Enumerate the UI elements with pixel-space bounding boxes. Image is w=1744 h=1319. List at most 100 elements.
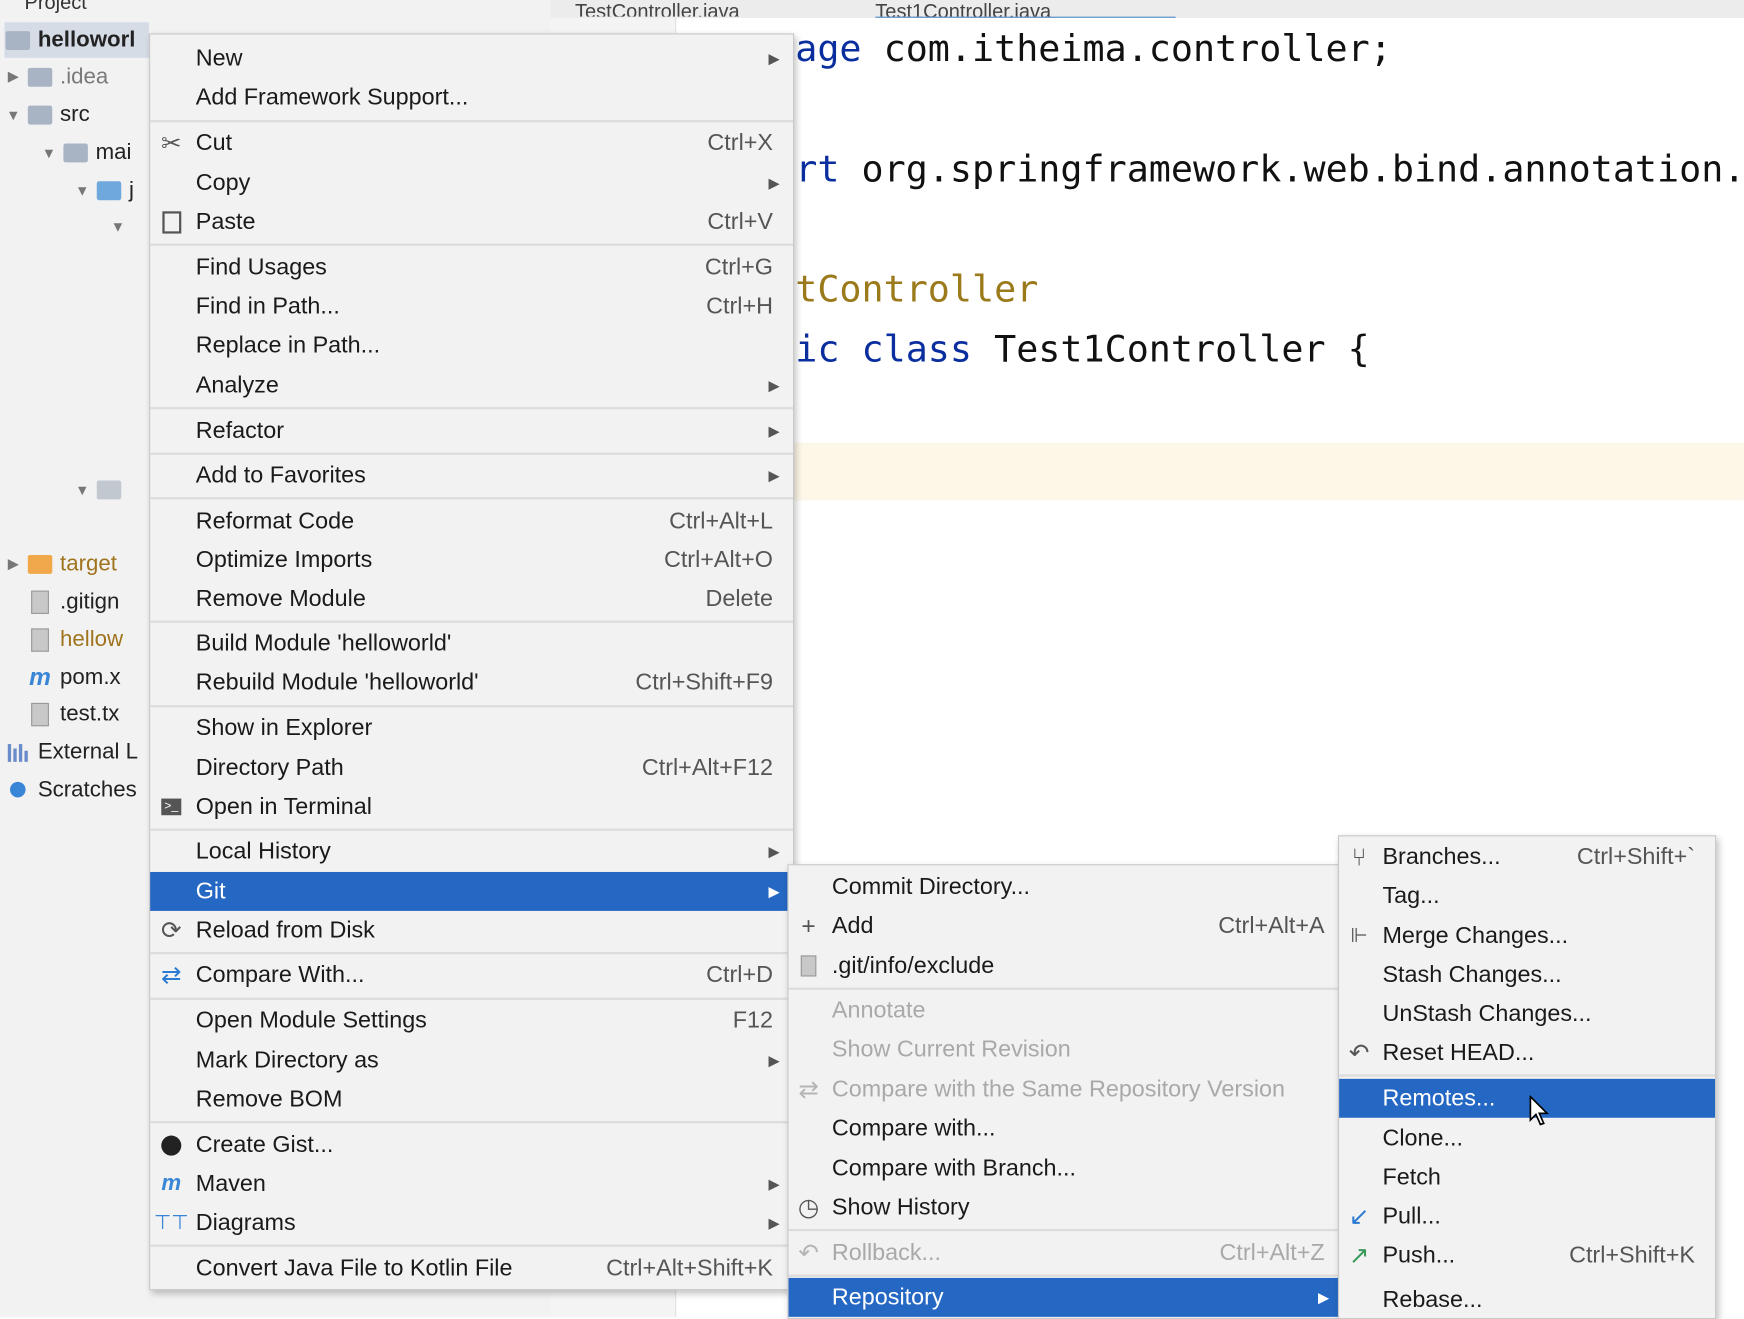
- menu-item-remotes[interactable]: Remotes...: [1339, 1078, 1716, 1118]
- tool-window-title[interactable]: Project: [24, 0, 86, 14]
- tree-node-gitignore[interactable]: .gitign: [27, 584, 119, 620]
- menu-item-local-history[interactable]: Local History ▶: [150, 832, 793, 871]
- current-line-highlight: [675, 442, 1744, 501]
- menu-separator: [1339, 1074, 1716, 1077]
- menu-item-remove-module[interactable]: Remove Module Delete: [150, 579, 793, 618]
- menu-item-remove-bom[interactable]: Remove BOM: [150, 1080, 793, 1119]
- editor-tab-bar: TestController.java Test1Controller.java: [550, 0, 1744, 21]
- menu-item-reformat-code[interactable]: Reformat Code Ctrl+Alt+L: [150, 502, 793, 541]
- menu-item-maven[interactable]: m Maven ▶: [150, 1164, 793, 1203]
- menu-item-fetch[interactable]: Fetch: [1339, 1158, 1715, 1197]
- collapse-arrow-icon[interactable]: ▼: [109, 217, 127, 234]
- menu-separator: [150, 620, 793, 623]
- submenu-arrow-icon: ▶: [768, 466, 780, 484]
- menu-separator: [150, 243, 793, 246]
- tree-node-scratches[interactable]: Scratches: [4, 772, 137, 808]
- tree-node-resources[interactable]: ▼: [73, 472, 129, 508]
- collapse-arrow-icon[interactable]: ▼: [4, 106, 22, 123]
- menu-separator: [150, 120, 793, 123]
- menu-item-git-info-exclude[interactable]: .git/info/exclude: [789, 946, 1338, 985]
- code-line-package: age com.itheima.controller;: [795, 26, 1392, 71]
- menu-item-repository[interactable]: Repository ▶: [788, 1277, 1338, 1317]
- menu-item-analyze[interactable]: Analyze ▶: [150, 366, 793, 405]
- tree-node-root[interactable]: helloworl: [4, 22, 150, 58]
- menu-item-pull[interactable]: ↙ Pull...: [1339, 1197, 1715, 1236]
- menu-item-compare-same-repo[interactable]: ⇄ Compare with the Same Repository Versio…: [789, 1070, 1338, 1109]
- submenu-arrow-icon: ▶: [768, 1175, 780, 1192]
- tab-testcontroller[interactable]: TestController.java: [575, 0, 842, 17]
- menu-item-build-module[interactable]: Build Module 'helloworld': [150, 624, 793, 663]
- tree-node-test[interactable]: test.tx: [27, 696, 119, 732]
- submenu-arrow-icon: ▶: [768, 1213, 780, 1231]
- menu-item-rebuild-module[interactable]: Rebuild Module 'helloworld' Ctrl+Shift+F9: [150, 663, 793, 702]
- menu-item-cut[interactable]: ✂ Cut Ctrl+X: [150, 123, 793, 162]
- menu-item-tag[interactable]: Tag...: [1339, 876, 1715, 915]
- menu-item-rollback[interactable]: ↶ Rollback... Ctrl+Alt+Z: [789, 1233, 1338, 1272]
- menu-item-annotate[interactable]: Annotate: [789, 991, 1338, 1030]
- tree-node-iml[interactable]: hellow: [27, 622, 123, 658]
- menu-item-replace-in-path[interactable]: Replace in Path...: [150, 326, 793, 365]
- menu-item-convert-to-kotlin[interactable]: Convert Java File to Kotlin File Ctrl+Alt…: [150, 1249, 793, 1288]
- menu-item-find-in-path[interactable]: Find in Path... Ctrl+H: [150, 287, 793, 326]
- menu-item-new[interactable]: New ▶: [150, 39, 793, 78]
- tree-node-target[interactable]: ▶ target: [4, 546, 117, 582]
- expand-arrow-icon[interactable]: ▶: [4, 68, 22, 86]
- menu-item-open-module-settings[interactable]: Open Module Settings F12: [150, 1001, 793, 1040]
- tree-node-pom[interactable]: m pom.x: [27, 660, 120, 696]
- menu-item-rebase[interactable]: Rebase...: [1339, 1280, 1715, 1319]
- git-submenu: Commit Directory... + Add Ctrl+Alt+A .git/…: [787, 864, 1340, 1319]
- menu-item-show-current-revision[interactable]: Show Current Revision: [789, 1030, 1338, 1069]
- menu-item-find-usages[interactable]: Find Usages Ctrl+G: [150, 248, 793, 287]
- menu-item-directory-path[interactable]: Directory Path Ctrl+Alt+F12: [150, 749, 793, 788]
- branch-icon: ⑂: [1351, 842, 1367, 871]
- menu-item-open-in-terminal[interactable]: >_ Open in Terminal: [150, 787, 793, 826]
- menu-item-show-in-explorer[interactable]: Show in Explorer: [150, 708, 793, 747]
- library-icon: [4, 740, 31, 764]
- menu-item-optimize-imports[interactable]: Optimize Imports Ctrl+Alt+O: [150, 541, 793, 580]
- code-line-annotation: tController: [795, 266, 1039, 311]
- menu-item-unstash-changes[interactable]: UnStash Changes...: [1339, 994, 1715, 1033]
- tree-node-package[interactable]: ▼: [109, 208, 131, 244]
- tree-node-main[interactable]: ▼ mai: [40, 135, 132, 171]
- clock-icon: ◷: [797, 1192, 820, 1221]
- menu-item-mark-directory-as[interactable]: Mark Directory as ▶: [150, 1041, 793, 1080]
- menu-item-copy[interactable]: Copy ▶: [150, 163, 793, 202]
- file-icon: [27, 627, 54, 652]
- pull-arrow-icon: ↙: [1348, 1201, 1370, 1230]
- menu-item-clone[interactable]: Clone...: [1339, 1119, 1715, 1158]
- menu-item-reload-from-disk[interactable]: ⟳ Reload from Disk: [150, 911, 793, 950]
- menu-item-create-gist[interactable]: Create Gist...: [150, 1126, 793, 1165]
- tree-node-java[interactable]: ▼ j: [73, 172, 134, 208]
- menu-item-git-add[interactable]: + Add Ctrl+Alt+A: [789, 906, 1338, 945]
- collapse-arrow-icon[interactable]: ▼: [73, 481, 91, 498]
- menu-item-compare-with[interactable]: ⇄ Compare With... Ctrl+D: [150, 955, 793, 994]
- menu-item-branches[interactable]: ⑂ Branches... Ctrl+Shift+`: [1339, 837, 1715, 876]
- menu-item-stash-changes[interactable]: Stash Changes...: [1339, 955, 1715, 994]
- menu-separator: [150, 1244, 793, 1247]
- menu-separator: [150, 497, 793, 500]
- submenu-arrow-icon: ▶: [768, 376, 780, 394]
- menu-item-reset-head[interactable]: ↶ Reset HEAD...: [1339, 1033, 1715, 1072]
- menu-item-diagrams[interactable]: ⊤⊤ Diagrams ▶: [150, 1203, 793, 1242]
- menu-item-add-to-favorites[interactable]: Add to Favorites ▶: [150, 456, 793, 495]
- file-icon: [794, 951, 823, 980]
- menu-item-push[interactable]: ↗ Push... Ctrl+Shift+K: [1339, 1236, 1715, 1275]
- tree-node-src[interactable]: ▼ src: [4, 97, 90, 133]
- menu-item-show-history[interactable]: ◷ Show History: [789, 1188, 1338, 1227]
- folder-icon: [27, 552, 54, 576]
- push-arrow-icon: ↗: [1348, 1240, 1370, 1269]
- menu-item-commit-directory[interactable]: Commit Directory...: [789, 868, 1338, 907]
- collapse-arrow-icon[interactable]: ▼: [73, 182, 91, 199]
- menu-item-paste[interactable]: Paste Ctrl+V: [150, 202, 793, 241]
- menu-item-merge-changes[interactable]: ⊩ Merge Changes...: [1339, 916, 1715, 955]
- folder-icon: [62, 140, 89, 164]
- menu-item-git-compare-with[interactable]: Compare with...: [789, 1109, 1338, 1148]
- menu-item-add-framework-support[interactable]: Add Framework Support...: [150, 78, 793, 117]
- expand-arrow-icon[interactable]: ▶: [4, 555, 22, 573]
- menu-item-refactor[interactable]: Refactor ▶: [150, 412, 793, 451]
- tree-node-external-libraries[interactable]: External L: [4, 734, 138, 770]
- tree-node-idea[interactable]: ▶ .idea: [4, 59, 109, 95]
- collapse-arrow-icon[interactable]: ▼: [40, 144, 58, 161]
- menu-item-git[interactable]: Git ▶: [150, 871, 793, 911]
- menu-item-compare-with-branch[interactable]: Compare with Branch...: [789, 1149, 1338, 1188]
